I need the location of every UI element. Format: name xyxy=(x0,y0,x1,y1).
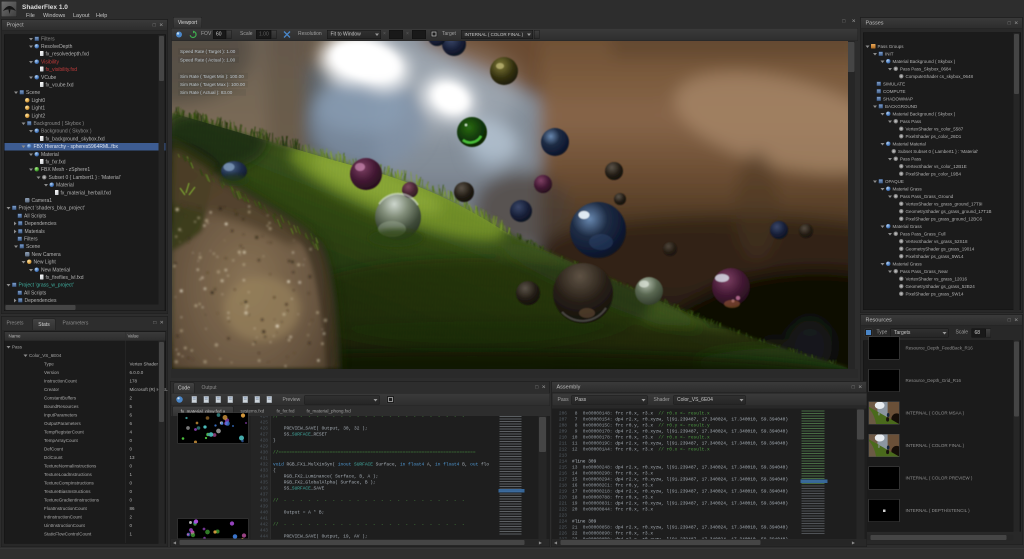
svg-text:Sim Rate ( Actual ): 83.0: Sim Rate ( Actual ): 83.00 xyxy=(180,90,233,95)
svg-text:Sim Rate ( Target Min ): 100.: Sim Rate ( Target Min ): 100.00 xyxy=(180,74,244,79)
svg-text:Speed Rate ( Actual ): 1.00: Speed Rate ( Actual ): 1.00 xyxy=(180,57,236,62)
svg-text:Sim Rate ( Target Max ): 100.: Sim Rate ( Target Max ): 100.00 xyxy=(180,82,245,87)
svg-text:Speed Rate ( Target ): 1.00: Speed Rate ( Target ): 1.00 xyxy=(180,49,236,54)
